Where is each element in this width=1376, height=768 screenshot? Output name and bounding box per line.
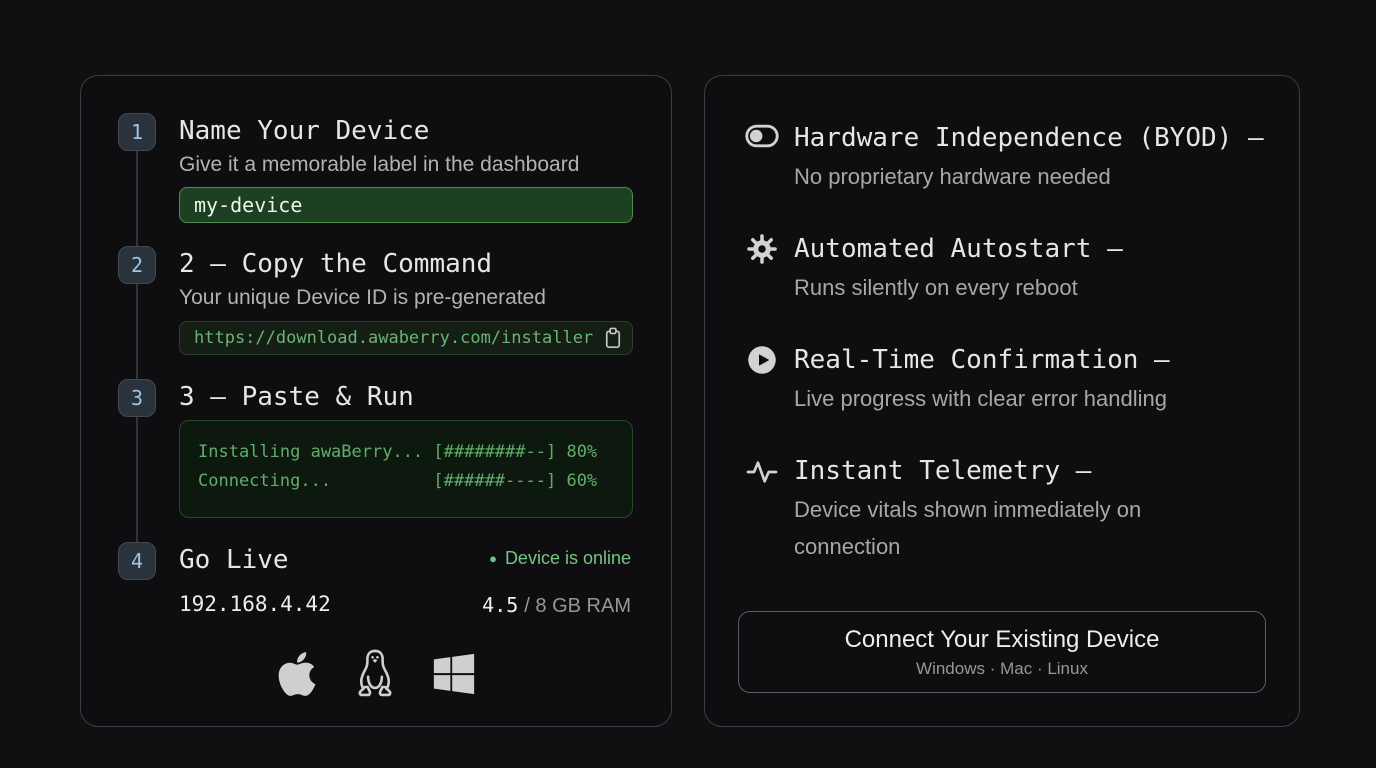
windows-icon (432, 651, 476, 697)
step-2-subtitle: Your unique Device ID is pre-generated (179, 285, 546, 311)
feature-realtime-confirmation: Real-Time Confirmation — Live progress w… (745, 343, 1270, 417)
feature-hardware-independence: Hardware Independence (BYOD) — No propri… (745, 121, 1270, 195)
device-name-input[interactable] (179, 187, 633, 223)
step-1-subtitle: Give it a memorable label in the dashboa… (179, 152, 579, 178)
terminal-output: Installing awaBerry... [########--] 80% … (179, 420, 633, 518)
ram-usage: 4.5 / 8 GB RAM (482, 593, 631, 618)
connect-device-button[interactable]: Connect Your Existing Device Windows · M… (738, 611, 1266, 693)
step-2-title: 2 — Copy the Command (179, 247, 492, 281)
step-3-badge: 3 (118, 379, 156, 417)
linux-icon (352, 648, 398, 700)
feature-title: Instant Telemetry — (794, 454, 1270, 488)
installer-url-field[interactable]: https://download.awaberry.com/installer (179, 321, 633, 355)
step-1-badge: 1 (118, 113, 156, 151)
ram-used: 4.5 (482, 593, 518, 617)
step-4-badge: 4 (118, 542, 156, 580)
terminal-line: Installing awaBerry... [########--] 80% (198, 438, 632, 467)
toggle-icon (745, 121, 779, 149)
feature-title: Automated Autostart — (794, 232, 1270, 266)
installer-url: https://download.awaberry.com/installer (194, 328, 603, 348)
step-2-badge: 2 (118, 246, 156, 284)
pulse-icon (745, 454, 779, 488)
device-ip: 192.168.4.42 (179, 592, 331, 616)
feature-automated-autostart: Automated Autostart — Runs silently on e… (745, 232, 1270, 306)
connect-button-label: Connect Your Existing Device (845, 626, 1160, 654)
online-dot-icon: ● (489, 552, 497, 565)
apple-icon (276, 649, 318, 699)
clipboard-icon[interactable] (603, 327, 623, 349)
feature-title: Hardware Independence (BYOD) — (794, 121, 1270, 155)
feature-description: Live progress with clear error handling (794, 380, 1234, 417)
step-3-title: 3 — Paste & Run (179, 380, 414, 414)
step-connector-line (136, 132, 138, 561)
onboarding-card: 1 Name Your Device Give it a memorable l… (80, 75, 672, 727)
play-icon (745, 343, 779, 375)
supported-os-row (81, 646, 671, 702)
features-card: Hardware Independence (BYOD) — No propri… (704, 75, 1300, 727)
ram-total: / 8 GB RAM (524, 595, 631, 617)
feature-description: Runs silently on every reboot (794, 269, 1234, 306)
online-status-label: Device is online (505, 548, 631, 569)
feature-description: Device vitals shown immediately on conne… (794, 491, 1234, 565)
feature-title: Real-Time Confirmation — (794, 343, 1270, 377)
status-badge: ● Device is online (489, 548, 631, 569)
gear-icon (745, 232, 779, 264)
step-1-title: Name Your Device (179, 114, 429, 148)
feature-description: No proprietary hardware needed (794, 158, 1234, 195)
feature-instant-telemetry: Instant Telemetry — Device vitals shown … (745, 454, 1270, 565)
terminal-line: Connecting... [######----] 60% (198, 467, 632, 496)
connect-button-sublabel: Windows · Mac · Linux (916, 659, 1088, 679)
step-4-title: Go Live (179, 543, 289, 577)
